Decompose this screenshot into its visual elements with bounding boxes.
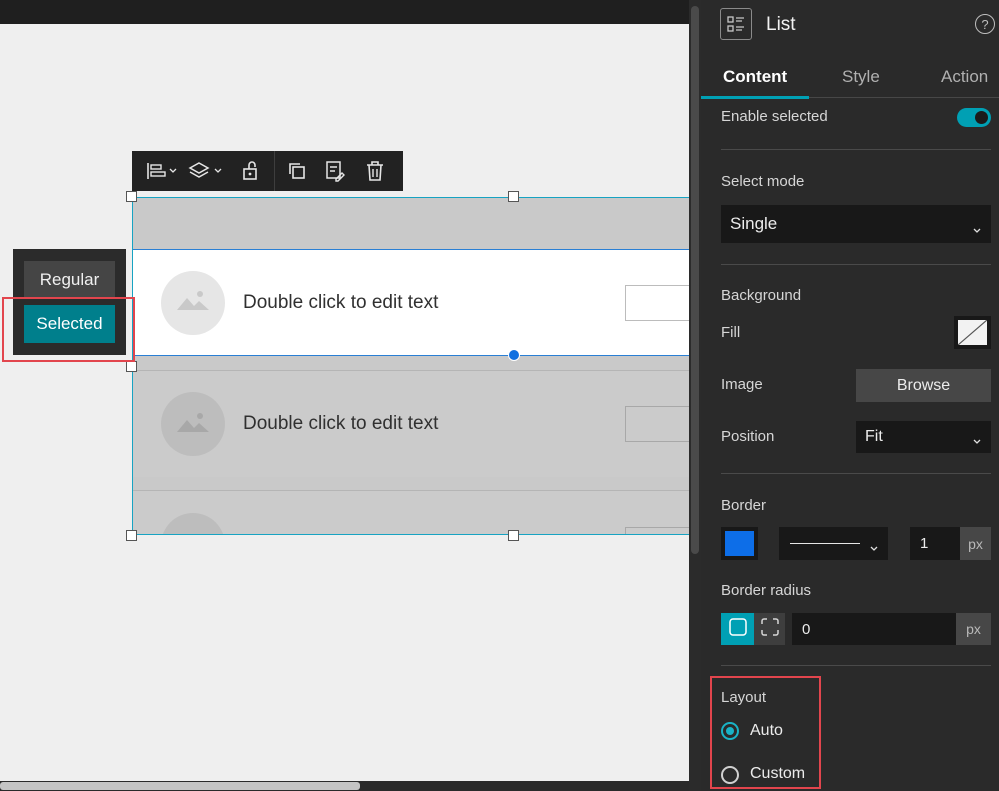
divider xyxy=(721,264,991,265)
item-text[interactable]: Double click to edit text xyxy=(243,292,438,314)
image-placeholder xyxy=(161,513,225,534)
tab-action[interactable]: Action xyxy=(941,67,988,87)
settings-panel: List ? Content Style Action Enable selec… xyxy=(701,0,999,791)
border-color-fill xyxy=(725,531,754,556)
panel-header: List ? xyxy=(701,0,999,52)
corners-icon xyxy=(760,617,780,642)
duplicate-button[interactable] xyxy=(279,151,315,191)
layers-icon xyxy=(188,160,226,182)
duplicate-icon xyxy=(287,161,307,181)
border-radius-unit: px xyxy=(956,613,991,645)
chevron-down-icon xyxy=(973,220,981,233)
align-icon xyxy=(145,161,179,181)
list-item[interactable]: Double click to edit text xyxy=(133,370,689,477)
highlight-box xyxy=(710,676,821,789)
panel-title: List xyxy=(766,14,796,35)
position-value: Fit xyxy=(865,428,883,445)
no-fill-icon xyxy=(958,320,987,345)
image-placeholder xyxy=(161,392,225,456)
canvas-top-bar xyxy=(0,0,690,24)
highlight-box xyxy=(2,297,135,362)
delete-icon xyxy=(365,160,385,182)
edit-content-button[interactable] xyxy=(315,151,355,191)
list-widget-icon xyxy=(720,8,752,40)
border-radius-label: Border radius xyxy=(721,582,812,599)
edit-content-icon xyxy=(324,160,346,182)
select-mode-label: Select mode xyxy=(721,173,805,190)
resize-handle[interactable] xyxy=(126,361,137,372)
uniform-radius-button[interactable] xyxy=(721,613,754,645)
tab-style[interactable]: Style xyxy=(842,67,880,87)
select-mode-value: Single xyxy=(730,214,778,233)
align-button[interactable] xyxy=(140,151,184,191)
resize-handle[interactable] xyxy=(126,191,137,202)
image-placeholder xyxy=(161,270,225,335)
divider xyxy=(721,149,991,150)
fill-label: Fill xyxy=(721,324,741,341)
border-radius-input[interactable]: 0 xyxy=(792,613,956,645)
image-icon xyxy=(176,289,210,316)
list-item[interactable] xyxy=(133,490,689,534)
rounded-square-icon xyxy=(728,617,748,642)
regular-state-button[interactable]: Regular xyxy=(24,261,115,299)
active-tab-indicator xyxy=(701,96,809,99)
position-label: Position xyxy=(721,428,775,445)
border-section-label: Border xyxy=(721,497,767,514)
item-button-placeholder[interactable] xyxy=(625,406,689,442)
item-button-placeholder[interactable] xyxy=(625,527,689,534)
vertical-scroll-thumb[interactable] xyxy=(691,6,699,554)
divider xyxy=(721,473,991,474)
list-top-area xyxy=(133,198,689,249)
lock-button[interactable] xyxy=(230,151,270,191)
help-icon[interactable]: ? xyxy=(975,14,995,34)
enable-selected-toggle[interactable] xyxy=(957,108,991,127)
layers-button[interactable] xyxy=(184,151,230,191)
solid-line-icon xyxy=(790,543,860,544)
border-width-unit: px xyxy=(960,527,991,560)
individual-radius-button[interactable] xyxy=(754,613,785,645)
widget-toolbar xyxy=(132,151,403,191)
toggle-knob xyxy=(975,111,988,124)
chevron-down-icon xyxy=(973,433,981,444)
image-icon xyxy=(176,411,210,438)
toolbar-divider xyxy=(274,151,275,191)
enable-selected-label: Enable selected xyxy=(721,108,828,125)
border-style-dropdown[interactable] xyxy=(779,527,888,560)
select-mode-dropdown[interactable]: Single xyxy=(721,205,991,243)
list-widget[interactable]: Double click to edit text Double click t… xyxy=(132,197,690,535)
item-resize-handle[interactable] xyxy=(508,349,520,361)
divider xyxy=(721,665,991,666)
item-text[interactable]: Double click to edit text xyxy=(243,413,438,435)
list-item[interactable]: Double click to edit text xyxy=(133,249,689,356)
border-width-input[interactable]: 1 xyxy=(910,527,960,560)
item-button-placeholder[interactable] xyxy=(625,284,689,321)
tab-content[interactable]: Content xyxy=(723,67,787,87)
resize-handle[interactable] xyxy=(126,530,137,541)
panel-tabs: Content Style Action xyxy=(701,60,999,98)
position-dropdown[interactable]: Fit xyxy=(856,421,991,453)
horizontal-scroll-thumb[interactable] xyxy=(0,782,360,790)
delete-button[interactable] xyxy=(355,151,395,191)
browse-button[interactable]: Browse xyxy=(856,369,991,402)
chevron-down-icon xyxy=(870,540,878,551)
unlock-icon xyxy=(240,160,260,182)
image-label: Image xyxy=(721,376,763,393)
resize-handle[interactable] xyxy=(508,530,519,541)
border-color-swatch[interactable] xyxy=(721,527,758,560)
background-section-label: Background xyxy=(721,287,802,304)
resize-handle[interactable] xyxy=(508,191,519,202)
fill-color-swatch[interactable] xyxy=(954,316,991,349)
